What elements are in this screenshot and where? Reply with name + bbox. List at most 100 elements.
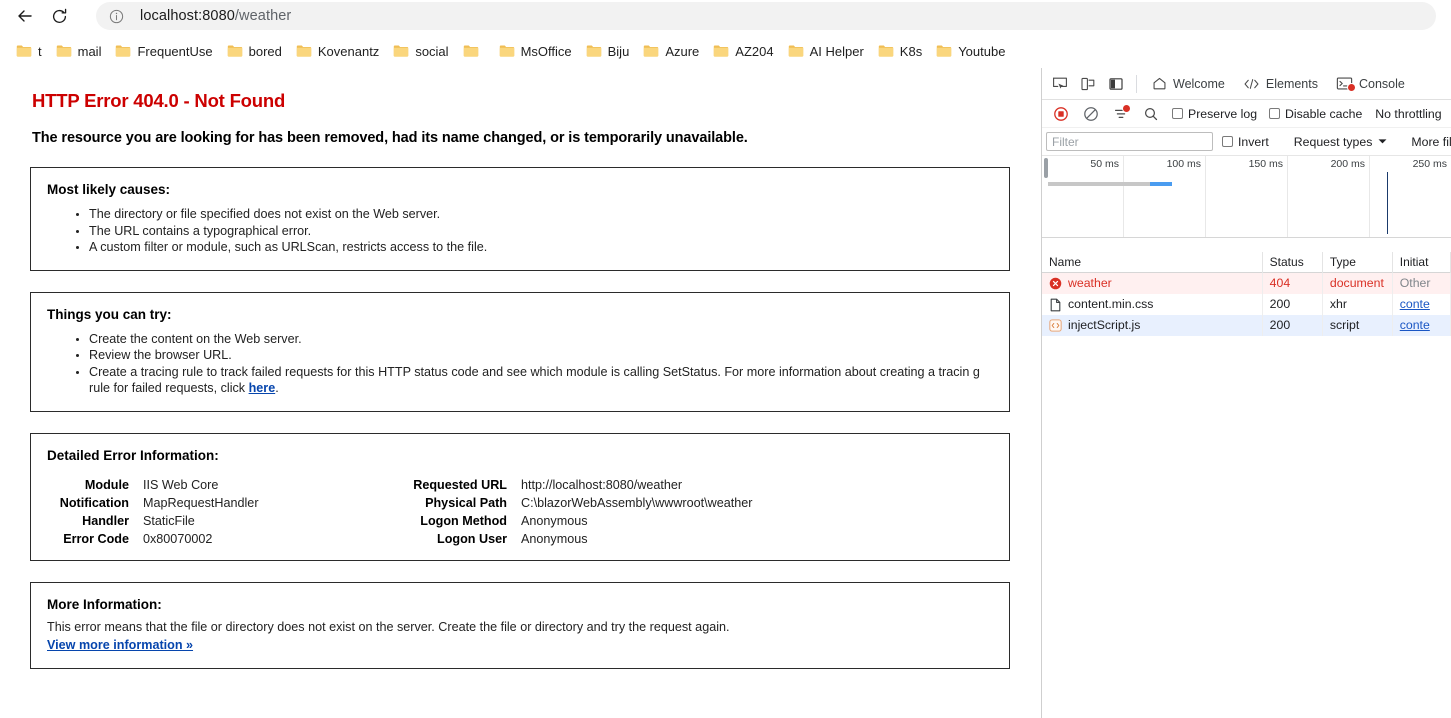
device-toolbar-button[interactable] xyxy=(1074,71,1102,97)
reload-button[interactable] xyxy=(42,1,76,31)
invert-checkbox[interactable]: Invert xyxy=(1217,135,1274,149)
site-info-button[interactable] xyxy=(106,6,126,26)
timeline-tick-label: 200 ms xyxy=(1330,158,1365,170)
bookmark-item-ai-helper[interactable]: AI Helper xyxy=(782,39,870,63)
url-host: localhost:8080 xyxy=(140,8,235,24)
bookmark-item-k8s[interactable]: K8s xyxy=(872,39,928,63)
column-header-type[interactable]: Type xyxy=(1323,251,1393,273)
request-bar-weather-download xyxy=(1150,182,1172,186)
bookmark-item-mail[interactable]: mail xyxy=(50,39,108,63)
detail-label: Module xyxy=(84,477,129,492)
timeline-tick-label: 50 ms xyxy=(1090,158,1119,170)
column-header-initiator[interactable]: Initiat xyxy=(1393,251,1451,273)
clear-network-log-button[interactable] xyxy=(1077,101,1105,127)
overview-scroll-thumb[interactable] xyxy=(1044,158,1048,178)
cell-name[interactable]: content.min.css xyxy=(1042,294,1263,315)
bookmark-label: t xyxy=(38,43,42,59)
column-header-status[interactable]: Status xyxy=(1263,251,1323,273)
cell-initiator[interactable]: conte xyxy=(1393,294,1451,315)
filter-error-badge xyxy=(1122,103,1131,113)
more-info-body: This error means that the file or direct… xyxy=(47,619,730,634)
bookmark-label: Kovenantz xyxy=(317,43,380,59)
initiator-value: conte xyxy=(1399,297,1430,311)
tab-label: Elements xyxy=(1265,76,1318,91)
folder-icon xyxy=(16,45,32,57)
preserve-log-checkbox[interactable]: Preserve log xyxy=(1167,107,1262,121)
network-toolbar: Preserve log Disable cache No throttling xyxy=(1042,100,1451,128)
tab-label: Console xyxy=(1358,76,1405,91)
back-button[interactable] xyxy=(8,1,42,31)
cell-initiator: Other xyxy=(1393,273,1451,294)
causes-heading: Most likely causes: xyxy=(47,182,171,197)
dock-side-button[interactable] xyxy=(1102,71,1130,97)
bookmark-label: FrequentUse xyxy=(137,43,213,59)
tab-welcome[interactable]: Welcome xyxy=(1143,69,1234,99)
console-error-badge xyxy=(1346,83,1356,92)
timeline-tick-label: 150 ms xyxy=(1248,158,1283,170)
filter-input[interactable] xyxy=(1046,132,1213,151)
more-filters-dropdown[interactable]: More filt xyxy=(1407,135,1451,149)
record-network-log-button[interactable] xyxy=(1047,101,1075,127)
bookmark-item-unnamed[interactable] xyxy=(457,39,491,63)
document-icon xyxy=(1050,298,1061,311)
bookmark-item-msoffice[interactable]: MsOffice xyxy=(493,39,578,63)
preserve-log-label: Preserve log xyxy=(1188,106,1258,121)
bookmarks-bar: t mail FrequentUse bored Kovenantz socia… xyxy=(0,36,1451,66)
inspect-element-button[interactable] xyxy=(1046,71,1074,97)
back-arrow-icon xyxy=(18,10,32,22)
bookmark-label: AI Helper xyxy=(809,43,864,59)
tab-console[interactable]: Console xyxy=(1327,69,1414,99)
request-types-dropdown[interactable]: Request types xyxy=(1290,135,1392,149)
request-types-label: Request types xyxy=(1293,134,1373,149)
bookmark-item-youtube[interactable]: Youtube xyxy=(930,39,1011,63)
cell-name[interactable]: weather xyxy=(1042,273,1263,294)
detail-label: Notification xyxy=(59,495,129,510)
initiator-value: Other xyxy=(1399,276,1431,290)
bookmark-item-frequentuse[interactable]: FrequentUse xyxy=(109,39,218,63)
script-icon xyxy=(1049,319,1062,332)
code-brackets-icon xyxy=(1244,78,1259,89)
cell-initiator[interactable]: conte xyxy=(1393,315,1451,336)
bookmark-item-t[interactable]: t xyxy=(10,39,48,63)
throttling-select[interactable]: No throttling xyxy=(1369,107,1447,121)
search-button[interactable] xyxy=(1137,101,1165,127)
bookmark-item-social[interactable]: social xyxy=(387,39,454,63)
table-row[interactable]: content.min.css 200 xhr conte xyxy=(1042,294,1451,315)
bookmark-item-bored[interactable]: bored xyxy=(221,39,288,63)
address-bar[interactable] xyxy=(96,2,1436,30)
detail-label: Logon Method xyxy=(420,513,507,528)
view-more-information-link[interactable]: View more information » xyxy=(47,638,193,652)
folder-icon xyxy=(394,45,409,57)
tracing-text: Create a tracing rule to track failed re… xyxy=(89,364,980,396)
stop-record-icon xyxy=(1054,106,1068,121)
column-header-name[interactable]: Name xyxy=(1042,251,1263,273)
cell-type: script xyxy=(1323,315,1393,336)
invert-label: Invert xyxy=(1238,134,1269,149)
detail-value: StaticFile xyxy=(143,513,195,528)
tab-elements[interactable]: Elements xyxy=(1234,69,1327,99)
page-viewport: HTTP Error 404.0 - Not Found The resourc… xyxy=(0,68,1040,718)
disable-cache-label: Disable cache xyxy=(1285,106,1363,121)
table-row[interactable]: injectScript.js 200 script conte xyxy=(1042,315,1451,336)
timeline-tick-cell: 250 ms xyxy=(1370,156,1451,237)
detail-value: 0x80070002 xyxy=(143,531,213,546)
bookmark-item-kovenantz[interactable]: Kovenantz xyxy=(290,39,385,63)
folder-icon xyxy=(714,45,729,57)
table-row[interactable]: weather 404 document Other xyxy=(1042,273,1451,294)
list-item-tracing: Create a tracing rule to track failed re… xyxy=(89,364,993,397)
detail-value: Anonymous xyxy=(521,531,588,546)
tracing-here-link[interactable]: here xyxy=(249,381,276,395)
timeline-tick-label: 100 ms xyxy=(1166,158,1201,170)
detail-value: http://localhost:8080/weather xyxy=(521,477,683,492)
bookmark-item-azure[interactable]: Azure xyxy=(637,39,705,63)
bookmark-item-biju[interactable]: Biju xyxy=(580,39,636,63)
cell-name[interactable]: injectScript.js xyxy=(1042,315,1263,336)
address-bar-text[interactable]: localhost:8080/weather xyxy=(140,2,291,30)
filter-toggle-button[interactable] xyxy=(1107,101,1135,127)
request-bar-weather xyxy=(1048,182,1156,186)
disable-cache-checkbox[interactable]: Disable cache xyxy=(1264,107,1367,121)
bookmark-item-az204[interactable]: AZ204 xyxy=(707,39,779,63)
dock-side-icon xyxy=(1109,77,1123,90)
network-timeline-overview[interactable]: 50 ms 100 ms 150 ms 200 ms 250 ms xyxy=(1042,156,1451,238)
devtools-tabbar: Welcome Elements Console xyxy=(1042,68,1451,100)
